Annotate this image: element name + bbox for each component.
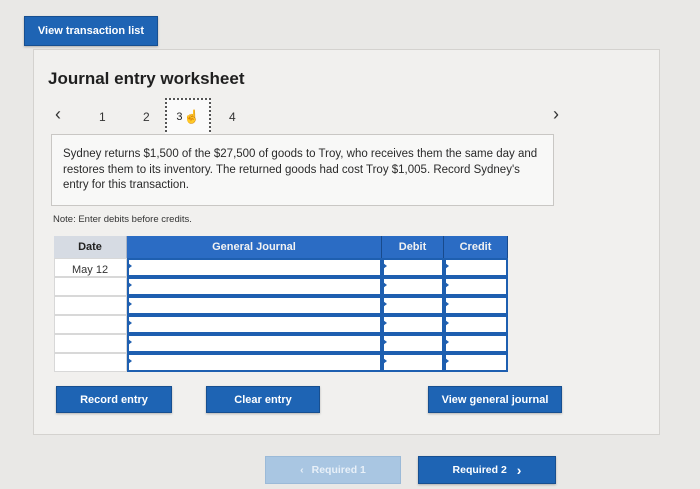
table-row (54, 315, 508, 334)
step-4-tab[interactable]: 4 (229, 110, 236, 124)
chevron-left-icon: ‹ (300, 464, 304, 476)
date-cell[interactable] (54, 315, 127, 334)
clear-entry-button[interactable]: Clear entry (206, 386, 320, 413)
date-cell[interactable]: May 12 (54, 258, 127, 277)
debit-input[interactable] (382, 296, 444, 315)
prev-step-icon[interactable]: ‹ (55, 104, 61, 125)
date-cell[interactable] (54, 353, 127, 372)
chevron-right-icon: › (516, 462, 522, 478)
date-cell[interactable] (54, 277, 127, 296)
table-row: May 12 (54, 258, 508, 277)
account-input[interactable] (127, 296, 382, 315)
date-cell[interactable] (54, 334, 127, 353)
journal-table: Date General Journal Debit Credit May 12 (54, 236, 508, 372)
required-1-button[interactable]: ‹ Required 1 (265, 456, 401, 484)
debit-input[interactable] (382, 353, 444, 372)
note-text: Note: Enter debits before credits. (53, 214, 192, 225)
general-journal-header: General Journal (127, 236, 382, 258)
record-entry-button[interactable]: Record entry (56, 386, 172, 413)
debit-header: Debit (382, 236, 444, 258)
table-row (54, 353, 508, 372)
worksheet-title: Journal entry worksheet (48, 69, 245, 88)
debit-input[interactable] (382, 315, 444, 334)
next-step-icon[interactable]: › (553, 104, 559, 125)
date-cell[interactable] (54, 296, 127, 315)
credit-input[interactable] (444, 315, 508, 334)
account-input[interactable] (127, 277, 382, 296)
hand-cursor-icon: ☝ (183, 109, 200, 124)
credit-header: Credit (444, 236, 508, 258)
account-input[interactable] (127, 258, 382, 277)
step-3-label: 3 (176, 111, 183, 123)
question-prompt: Sydney returns $1,500 of the $27,500 of … (51, 134, 554, 206)
credit-input[interactable] (444, 296, 508, 315)
view-transaction-list-button[interactable]: View transaction list (24, 16, 158, 46)
account-input[interactable] (127, 315, 382, 334)
credit-input[interactable] (444, 353, 508, 372)
credit-input[interactable] (444, 334, 508, 353)
step-3-tab[interactable]: 3 ☝ (165, 98, 211, 136)
date-header: Date (54, 236, 127, 258)
step-2-tab[interactable]: 2 (143, 110, 150, 124)
account-input[interactable] (127, 353, 382, 372)
account-input[interactable] (127, 334, 382, 353)
required-2-button[interactable]: Required 2 › (418, 456, 556, 484)
step-1-tab[interactable]: 1 (99, 110, 106, 124)
required-2-label: Required 2 (452, 464, 507, 476)
debit-input[interactable] (382, 277, 444, 296)
debit-input[interactable] (382, 258, 444, 277)
view-general-journal-button[interactable]: View general journal (428, 386, 562, 413)
credit-input[interactable] (444, 277, 508, 296)
table-row (54, 334, 508, 353)
debit-input[interactable] (382, 334, 444, 353)
table-row (54, 277, 508, 296)
required-1-label: Required 1 (311, 464, 366, 476)
credit-input[interactable] (444, 258, 508, 277)
table-row (54, 296, 508, 315)
